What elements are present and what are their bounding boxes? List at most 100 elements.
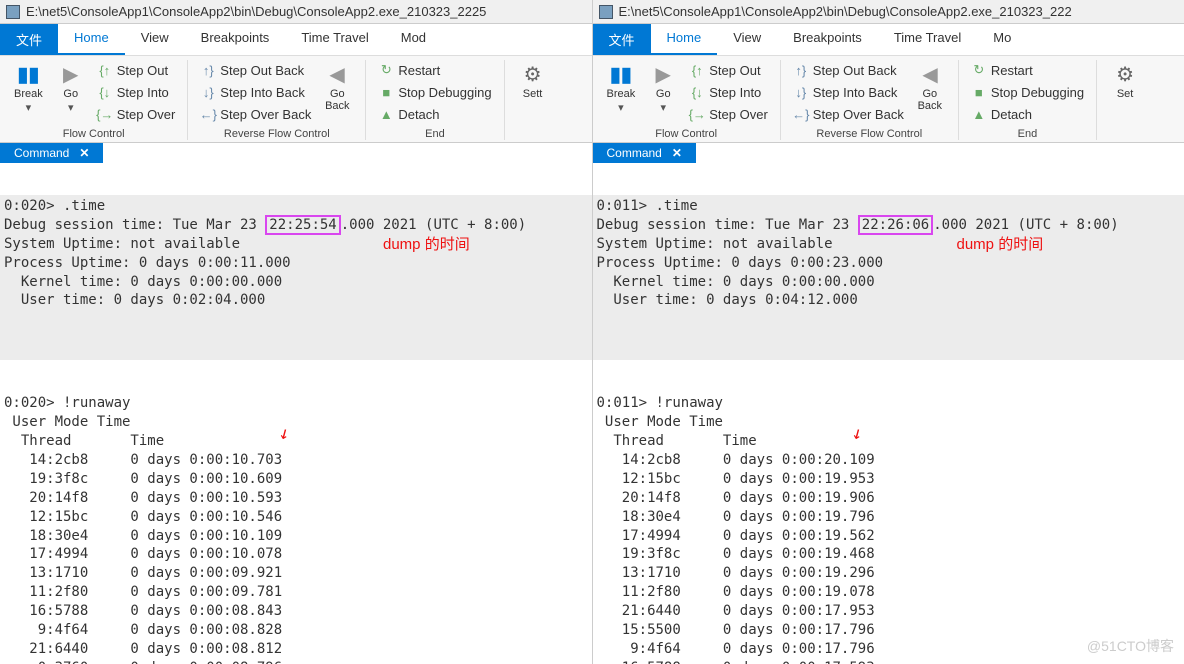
- step-over-back-button[interactable]: ←}Step Over Back: [196, 104, 315, 124]
- tab-home[interactable]: Home: [58, 24, 125, 55]
- step-out-back-icon: ↑}: [793, 62, 809, 78]
- detach-button[interactable]: ▲Detach: [374, 104, 495, 124]
- console[interactable]: 0:020> .timeDebug session time: Tue Mar …: [0, 163, 592, 664]
- console-line: 0:011> .time: [597, 197, 1181, 216]
- step-out-back-icon: ↑}: [200, 62, 216, 78]
- step-into-button[interactable]: {↓Step Into: [685, 82, 772, 102]
- console-line: User Mode Time: [4, 413, 588, 432]
- app-icon: [599, 5, 613, 19]
- step-over-back-button[interactable]: ←}Step Over Back: [789, 104, 908, 124]
- tab-view[interactable]: View: [125, 24, 185, 55]
- console-line: 13:1710 0 days 0:00:19.296: [597, 564, 1181, 583]
- step-out-back-button[interactable]: ↑}Step Out Back: [196, 60, 315, 80]
- highlighted-time: 22:25:54: [265, 215, 340, 235]
- step-out-back-button[interactable]: ↑}Step Out Back: [789, 60, 908, 80]
- step-into-back-button[interactable]: ↓}Step Into Back: [789, 82, 908, 102]
- annotation-text: dump 的时间: [383, 233, 470, 254]
- command-tab[interactable]: Command✕: [0, 143, 103, 163]
- group-flow-label: Flow Control: [8, 128, 179, 140]
- step-out-icon: {↑: [97, 62, 113, 78]
- detach-button[interactable]: ▲Detach: [967, 104, 1088, 124]
- step-over-icon: {→: [689, 106, 705, 122]
- step-out-button[interactable]: {↑Step Out: [685, 60, 772, 80]
- tab-timetravel[interactable]: Time Travel: [285, 24, 384, 55]
- settings-button[interactable]: ⚙Sett: [513, 60, 553, 102]
- go-back-button[interactable]: ▶Go Back: [910, 60, 950, 114]
- go-back-button[interactable]: ▶Go Back: [317, 60, 357, 114]
- window-title: E:\net5\ConsoleApp1\ConsoleApp2\bin\Debu…: [619, 4, 1072, 19]
- console-line: Kernel time: 0 days 0:00:00.000: [4, 273, 588, 292]
- command-tab-bar: Command✕: [0, 143, 592, 163]
- console-line: 21:6440 0 days 0:00:08.812: [4, 640, 588, 659]
- tab-view[interactable]: View: [717, 24, 777, 55]
- console[interactable]: 0:011> .timeDebug session time: Tue Mar …: [593, 163, 1184, 664]
- group-settings-label: [1105, 106, 1145, 118]
- stop-icon: ■: [971, 84, 987, 100]
- console-line: 0:3760 0 days 0:00:08.796: [4, 659, 588, 664]
- restart-button[interactable]: ↻Restart: [374, 60, 495, 80]
- tab-file[interactable]: 文件: [593, 24, 651, 55]
- step-out-icon: {↑: [689, 62, 705, 78]
- restart-icon: ↻: [378, 62, 394, 78]
- console-line: 16:5788 0 days 0:00:08.843: [4, 602, 588, 621]
- tab-breakpoints[interactable]: Breakpoints: [185, 24, 286, 55]
- console-line: User Mode Time: [597, 413, 1181, 432]
- restart-button[interactable]: ↻Restart: [967, 60, 1088, 80]
- console-line: 11:2f80 0 days 0:00:09.781: [4, 583, 588, 602]
- group-rflow-label: Reverse Flow Control: [196, 128, 357, 140]
- ribbon-tabs: 文件 Home View Breakpoints Time Travel Mod: [0, 24, 592, 56]
- detach-icon: ▲: [971, 106, 987, 122]
- gear-icon: ⚙: [1113, 62, 1137, 86]
- console-line: Process Uptime: 0 days 0:00:23.000: [597, 254, 1181, 273]
- step-into-icon: {↓: [689, 84, 705, 100]
- step-over-button[interactable]: {→Step Over: [685, 104, 772, 124]
- console-line: 18:30e4 0 days 0:00:10.109: [4, 527, 588, 546]
- console-line: 17:4994 0 days 0:00:10.078: [4, 545, 588, 564]
- gear-icon: ⚙: [521, 62, 545, 86]
- go-button[interactable]: ▶Go▾: [51, 60, 91, 116]
- group-end-label: End: [374, 128, 495, 140]
- step-over-back-icon: ←}: [793, 106, 809, 122]
- play-back-icon: ▶: [918, 62, 942, 86]
- tab-timetravel[interactable]: Time Travel: [878, 24, 977, 55]
- console-line: User time: 0 days 0:04:12.000: [597, 291, 1181, 310]
- console-line: 20:14f8 0 days 0:00:10.593: [4, 489, 588, 508]
- tab-breakpoints[interactable]: Breakpoints: [777, 24, 878, 55]
- command-tab[interactable]: Command✕: [593, 143, 696, 163]
- step-over-button[interactable]: {→Step Over: [93, 104, 180, 124]
- window-title: E:\net5\ConsoleApp1\ConsoleApp2\bin\Debu…: [26, 4, 486, 19]
- console-line: 0:020> .time: [4, 197, 588, 216]
- ribbon: ▮▮Break▾ ▶Go▾ {↑Step Out {↓Step Into {→S…: [593, 56, 1184, 143]
- annotation-text: dump 的时间: [957, 233, 1044, 254]
- console-line: Kernel time: 0 days 0:00:00.000: [597, 273, 1181, 292]
- close-icon[interactable]: ✕: [79, 146, 89, 160]
- play-icon: ▶: [59, 62, 83, 86]
- console-line: 17:4994 0 days 0:00:19.562: [597, 527, 1181, 546]
- console-line: 0:020> !runaway: [4, 394, 588, 413]
- tab-home[interactable]: Home: [651, 24, 718, 55]
- settings-button[interactable]: ⚙Set: [1105, 60, 1145, 102]
- step-out-button[interactable]: {↑Step Out: [93, 60, 180, 80]
- console-line: Thread Time: [597, 432, 1181, 451]
- step-into-icon: {↓: [97, 84, 113, 100]
- detach-icon: ▲: [378, 106, 394, 122]
- console-line: System Uptime: not available: [597, 235, 1181, 254]
- break-button[interactable]: ▮▮Break▾: [601, 60, 642, 116]
- console-line: 18:30e4 0 days 0:00:19.796: [597, 508, 1181, 527]
- console-line: 12:15bc 0 days 0:00:10.546: [4, 508, 588, 527]
- console-line: 0:011> !runaway: [597, 394, 1181, 413]
- console-line: 20:14f8 0 days 0:00:19.906: [597, 489, 1181, 508]
- stop-button[interactable]: ■Stop Debugging: [967, 82, 1088, 102]
- step-into-button[interactable]: {↓Step Into: [93, 82, 180, 102]
- step-into-back-button[interactable]: ↓}Step Into Back: [196, 82, 315, 102]
- app-icon: [6, 5, 20, 19]
- command-tab-bar: Command✕: [593, 143, 1184, 163]
- go-button[interactable]: ▶Go▾: [643, 60, 683, 116]
- tab-file[interactable]: 文件: [0, 24, 58, 55]
- break-button[interactable]: ▮▮Break▾: [8, 60, 49, 116]
- tab-mod[interactable]: Mod: [385, 24, 442, 55]
- close-icon[interactable]: ✕: [672, 146, 682, 160]
- stop-button[interactable]: ■Stop Debugging: [374, 82, 495, 102]
- tab-mod[interactable]: Mo: [977, 24, 1027, 55]
- console-line: 13:1710 0 days 0:00:09.921: [4, 564, 588, 583]
